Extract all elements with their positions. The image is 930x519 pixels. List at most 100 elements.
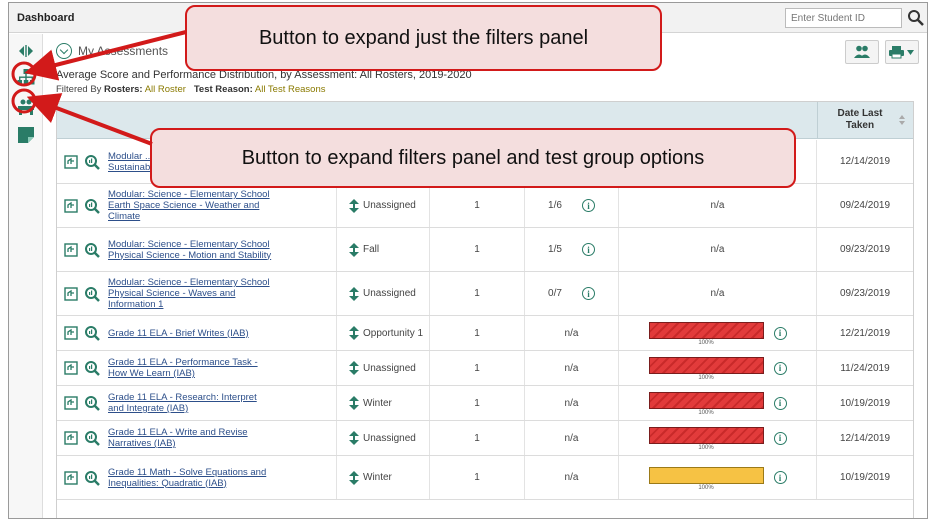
score-value: 1/5: [548, 244, 562, 255]
expand-filters-icon[interactable]: [17, 42, 35, 60]
magnifier-chart-icon[interactable]: [84, 242, 100, 258]
info-icon[interactable]: i: [581, 243, 595, 256]
section-title: My Assessments: [78, 44, 169, 58]
performance-bar: 100%: [648, 322, 764, 346]
table-row: Modular: Science - Elementary School Phy…: [57, 228, 913, 272]
print-button[interactable]: [885, 40, 919, 64]
test-reason-value: Unassigned: [363, 432, 416, 444]
date-last-taken: 10/19/2019: [839, 472, 891, 483]
date-last-taken: 12/14/2019: [839, 156, 891, 167]
rosters-label: Rosters:: [104, 84, 143, 95]
score-value: 0/7: [548, 288, 562, 299]
magnifier-chart-icon[interactable]: [84, 430, 100, 446]
date-last-taken-header[interactable]: Date Last Taken: [817, 102, 913, 139]
assessment-name-link[interactable]: Grade 11 ELA - Write and Revise Narrativ…: [108, 427, 273, 449]
student-count: 1: [474, 432, 480, 444]
assessment-name-link[interactable]: Modular: Science - Elementary School Phy…: [108, 277, 273, 310]
dashboard-window: Dashboard My Assessments: [8, 2, 928, 519]
info-icon[interactable]: i: [773, 326, 787, 340]
table-row: Grade 11 ELA - Brief Writes (IAB) Opportu…: [57, 316, 913, 351]
callout-filters-groups: Button to expand filters panel and test …: [150, 128, 796, 188]
student-count: 1: [474, 288, 480, 299]
search-icon[interactable]: [907, 8, 925, 28]
performance-bar: 100%: [648, 466, 764, 491]
student-count: 1: [474, 397, 480, 409]
assessment-name-link[interactable]: Grade 11 Math - Solve Equations and Ineq…: [108, 467, 273, 489]
magnifier-chart-icon[interactable]: [84, 470, 100, 486]
assessment-name-link[interactable]: Modular: Science - Elementary School Ear…: [108, 189, 273, 222]
report-icon[interactable]: [64, 326, 78, 340]
info-icon[interactable]: i: [773, 361, 787, 375]
report-icon[interactable]: [64, 286, 78, 301]
magnifier-chart-icon[interactable]: [84, 325, 100, 341]
date-last-taken: 12/14/2019: [839, 432, 891, 444]
test-reason-value: All Test Reasons: [254, 84, 326, 95]
test-reason-toggle-icon[interactable]: [349, 396, 359, 410]
assessment-name-link[interactable]: Grade 11 ELA - Brief Writes (IAB): [108, 328, 273, 339]
info-icon[interactable]: i: [773, 471, 787, 484]
expand-filters-and-groups-icon[interactable]: [17, 68, 35, 86]
test-reason-value: Winter: [363, 472, 392, 483]
assessment-name-link[interactable]: Modular: Science - Elementary School Phy…: [108, 239, 273, 261]
date-last-taken: 09/23/2019: [839, 244, 891, 255]
test-reason-label: Test Reason:: [193, 84, 253, 95]
magnifier-chart-icon[interactable]: [84, 198, 100, 214]
report-icon[interactable]: [64, 242, 78, 257]
info-icon[interactable]: i: [773, 396, 787, 410]
score-value: n/a: [564, 432, 579, 444]
table-row: Modular: Science - Elementary School Ear…: [57, 184, 913, 228]
date-last-taken: 09/24/2019: [839, 200, 891, 211]
assessment-name-link[interactable]: Grade 11 ELA - Performance Task - How We…: [108, 357, 273, 379]
performance-bar: 100%: [648, 392, 764, 416]
info-icon[interactable]: i: [581, 287, 595, 300]
filter-prefix: Filtered By: [56, 84, 102, 95]
page-title: Dashboard: [17, 12, 75, 24]
magnifier-chart-icon[interactable]: [84, 154, 100, 170]
test-reason-value: Unassigned: [363, 362, 416, 374]
info-icon[interactable]: i: [581, 199, 595, 212]
filter-summary: Filtered By Rosters: All Roster Test Rea…: [56, 84, 326, 95]
test-reason-toggle-icon[interactable]: [349, 326, 359, 340]
table-row: Modular: Science - Elementary School Phy…: [57, 272, 913, 316]
info-icon[interactable]: i: [773, 431, 787, 445]
test-reason-toggle-icon[interactable]: [349, 198, 359, 213]
report-icon[interactable]: [64, 361, 78, 375]
chevron-down-icon[interactable]: [56, 43, 72, 59]
student-count: 1: [474, 244, 480, 255]
test-reason-toggle-icon[interactable]: [349, 470, 359, 485]
student-count: 1: [474, 327, 480, 339]
left-sidebar: [9, 34, 43, 518]
score-value: n/a: [564, 472, 579, 483]
test-reason-toggle-icon[interactable]: [349, 286, 359, 301]
student-id-input[interactable]: [785, 8, 902, 28]
report-icon[interactable]: [64, 396, 78, 410]
groups-button[interactable]: [845, 40, 879, 64]
magnifier-chart-icon[interactable]: [84, 286, 100, 302]
test-reason-toggle-icon[interactable]: [349, 431, 359, 445]
report-icon[interactable]: [64, 470, 78, 485]
rosters-value: All Roster: [144, 84, 186, 95]
test-reason-value: Fall: [363, 244, 380, 255]
assessment-name-link[interactable]: Grade 11 ELA - Research: Interpret and I…: [108, 392, 273, 414]
report-icon[interactable]: [64, 198, 78, 213]
assessments-header[interactable]: My Assessments: [56, 42, 168, 60]
date-last-taken: 12/21/2019: [839, 327, 891, 339]
report-icon[interactable]: [64, 431, 78, 445]
score-value: 1/6: [548, 200, 562, 211]
group-people-icon[interactable]: [17, 98, 35, 116]
performance-value: n/a: [710, 200, 725, 211]
callout-filters: Button to expand just the filters panel: [185, 5, 662, 71]
test-reason-toggle-icon[interactable]: [349, 361, 359, 375]
magnifier-chart-icon[interactable]: [84, 360, 100, 376]
score-value: n/a: [564, 327, 579, 339]
printer-icon: [889, 46, 914, 59]
test-reason-value: Winter: [363, 397, 392, 409]
test-reason-value: Opportunity 1: [363, 327, 424, 339]
magnifier-chart-icon[interactable]: [84, 395, 100, 411]
test-reason-toggle-icon[interactable]: [349, 242, 359, 257]
test-reason-value: Unassigned: [363, 200, 416, 211]
performance-bar: 100%: [648, 357, 764, 381]
report-icon[interactable]: [64, 154, 78, 169]
note-icon[interactable]: [17, 126, 35, 144]
date-last-taken: 09/23/2019: [839, 288, 891, 299]
